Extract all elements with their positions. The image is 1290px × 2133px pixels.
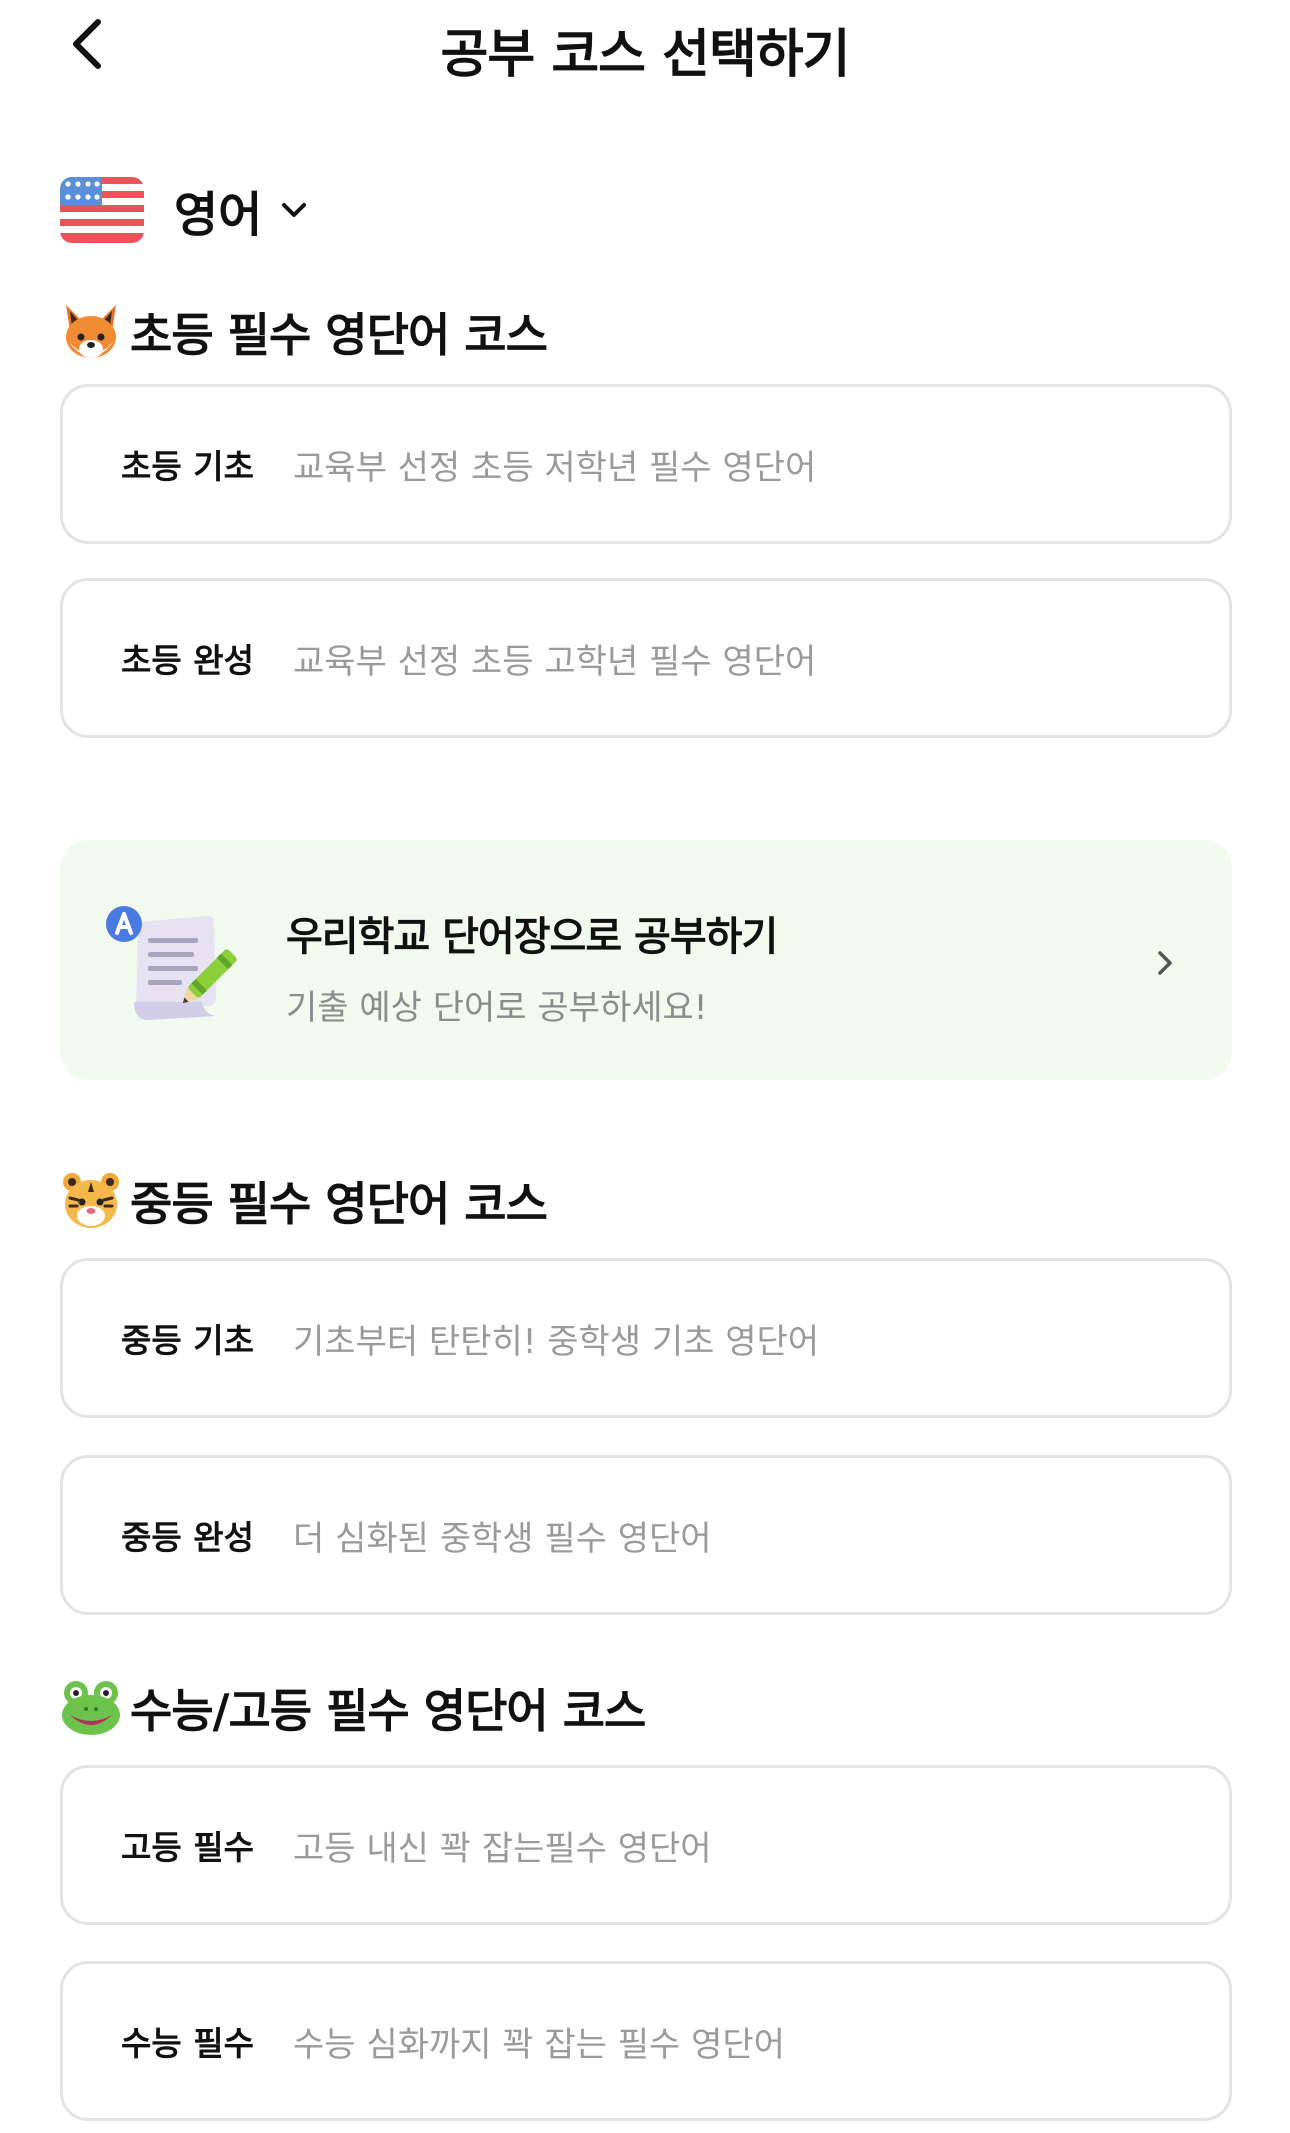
course-description: 고등 내신 꽉 잡는필수 영단어 — [293, 1828, 712, 1869]
page-title: 공부 코스 선택하기 — [440, 25, 851, 85]
course-name: 중등 기초 — [121, 1321, 254, 1360]
section-title-text: 초등 필수 영단어 코스 — [130, 308, 548, 362]
fox-emoji-icon — [66, 305, 116, 358]
course-card-middle-basic[interactable]: 중등 기초 기초부터 탄탄히! 중학생 기초 영단어 — [60, 1258, 1232, 1418]
course-card-elementary-basic[interactable]: 초등 기초 교육부 선정 초등 저학년 필수 영단어 — [60, 384, 1232, 544]
document-pencil-icon — [106, 906, 237, 1020]
frog-emoji-icon — [62, 1681, 120, 1735]
course-card-sat-essential[interactable]: 수능 필수 수능 심화까지 꽉 잡는 필수 영단어 — [60, 1961, 1232, 2121]
header: 공부 코스 선택하기 — [0, 0, 1290, 100]
section-title-elementary: 초등 필수 영단어 코스 — [60, 297, 548, 367]
course-name: 고등 필수 — [121, 1828, 254, 1867]
chevron-right-icon — [1158, 951, 1172, 975]
section-title-middle: 중등 필수 영단어 코스 — [60, 1166, 548, 1236]
course-name: 초등 완성 — [121, 641, 254, 680]
course-card-high-essential[interactable]: 고등 필수 고등 내신 꽉 잡는필수 영단어 — [60, 1765, 1232, 1925]
banner-title: 우리학교 단어장으로 공부하기 — [286, 914, 778, 960]
us-flag-icon — [60, 177, 144, 243]
course-name: 중등 완성 — [121, 1518, 254, 1557]
course-description: 더 심화된 중학생 필수 영단어 — [293, 1518, 712, 1559]
tiger-emoji-icon — [63, 1173, 119, 1228]
course-description: 수능 심화까지 꽉 잡는 필수 영단어 — [293, 2024, 785, 2065]
section-title-text: 수능/고등 필수 영단어 코스 — [130, 1684, 646, 1738]
section-title-text: 중등 필수 영단어 코스 — [130, 1177, 548, 1231]
course-description: 교육부 선정 초등 고학년 필수 영단어 — [293, 641, 817, 682]
course-description: 기초부터 탄탄히! 중학생 기초 영단어 — [293, 1321, 820, 1362]
course-card-elementary-complete[interactable]: 초등 완성 교육부 선정 초등 고학년 필수 영단어 — [60, 578, 1232, 738]
course-name: 수능 필수 — [121, 2024, 254, 2063]
section-title-high: 수능/고등 필수 영단어 코스 — [60, 1673, 646, 1743]
banner-subtitle: 기출 예상 단어로 공부하세요! — [286, 988, 708, 1028]
school-wordbook-banner[interactable]: 우리학교 단어장으로 공부하기 기출 예상 단어로 공부하세요! — [60, 840, 1232, 1080]
course-name: 초등 기초 — [121, 447, 254, 486]
course-card-middle-complete[interactable]: 중등 완성 더 심화된 중학생 필수 영단어 — [60, 1455, 1232, 1615]
course-description: 교육부 선정 초등 저학년 필수 영단어 — [293, 447, 817, 488]
language-label: 영어 — [174, 187, 263, 243]
chevron-down-icon — [282, 203, 307, 217]
language-selector[interactable]: 영어 — [60, 175, 310, 245]
